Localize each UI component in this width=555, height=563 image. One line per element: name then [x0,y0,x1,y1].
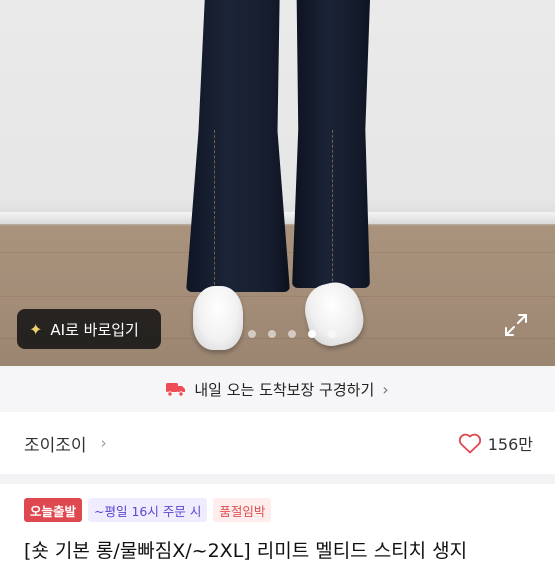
sneaker-left [193,286,243,350]
truck-icon [166,383,186,397]
seller-name: 조이조이 [24,435,87,456]
jeans-left-leg [186,0,290,292]
jeans-stitch [214,130,215,290]
delivery-label: 내일 오는 도착보장 구경하기 [194,380,375,399]
like-button[interactable]: 156만 [458,431,533,455]
jeans-stitch [332,130,333,286]
sneaker-right [299,277,369,351]
seller-link[interactable]: 조이조이 › [24,431,107,456]
carousel-pagination [248,330,336,338]
floor-line [0,296,555,297]
carousel-dot[interactable] [288,330,296,338]
seller-row: 조이조이 › 156만 [0,412,555,474]
carousel-dot[interactable] [328,330,336,338]
ai-try-on-label: AI로 바로입기 [50,320,139,339]
product-title: [숏 기본 롱/물빠짐X/~2XL] 리미트 멜티드 스티치 생지 [24,540,468,562]
badge-low-stock: 품절임박 [213,498,272,522]
like-count: 156만 [487,435,533,454]
chevron-right-icon: › [100,434,107,452]
ai-try-on-button[interactable]: ✦ AI로 바로입기 [17,309,161,349]
carousel-dot[interactable] [248,330,256,338]
section-divider [0,474,555,484]
carousel-dot-active[interactable] [308,330,316,338]
magic-wand-icon: ✦ [29,319,43,339]
heart-icon [458,433,481,454]
chevron-right-icon: › [382,379,389,399]
jeans-right-leg [292,0,370,288]
product-badges: 오늘출발 ~평일 16시 주문 시 품절임박 [24,498,272,522]
badge-order-cutoff: ~평일 16시 주문 시 [88,498,208,522]
delivery-guarantee-banner[interactable]: 내일 오는 도착보장 구경하기 › [0,366,555,412]
badge-same-day-shipping: 오늘출발 [24,498,83,522]
expand-icon[interactable] [503,312,529,338]
product-image-carousel[interactable]: ✦ AI로 바로입기 [0,0,555,366]
carousel-dot[interactable] [268,330,276,338]
